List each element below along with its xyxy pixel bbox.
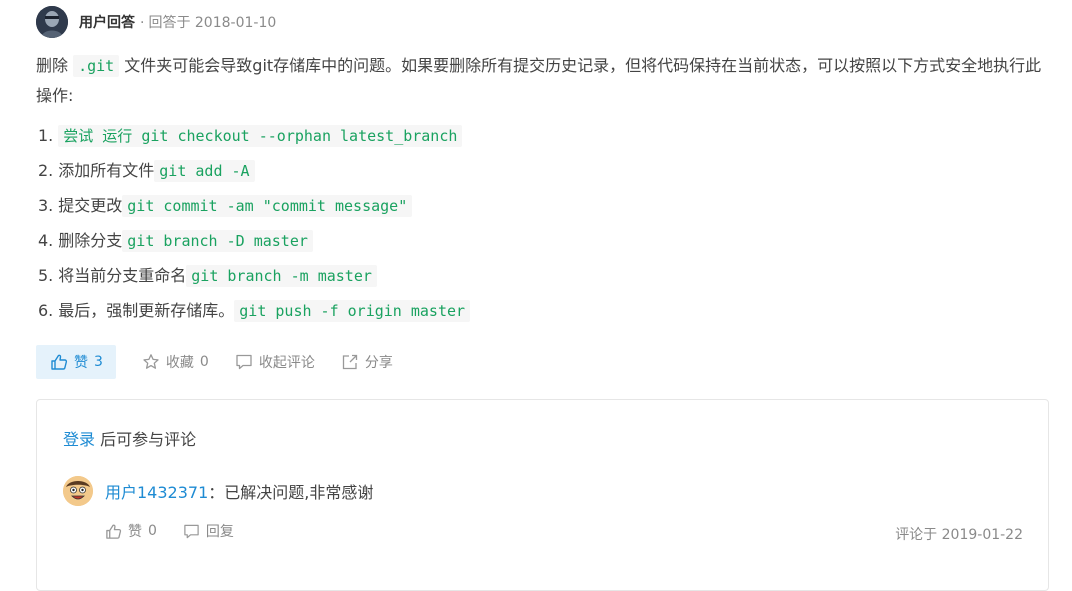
author-name[interactable]: 用户回答 bbox=[79, 12, 135, 32]
step-text: 将当前分支重命名 bbox=[58, 266, 187, 285]
login-prompt: 登录 后可参与评论 bbox=[63, 426, 196, 450]
steps-list: 1. 尝试 运行 git checkout --orphan latest_bra… bbox=[38, 119, 471, 329]
step-number: 5. bbox=[38, 266, 54, 285]
commenter-name[interactable]: 用户1432371 bbox=[105, 483, 208, 502]
comment-section: 登录 后可参与评论 用户1432371：已解决问题,非常感谢 赞 0 回复 评论… bbox=[36, 399, 1049, 591]
answer-meta: · 回答于 2018-01-10 bbox=[140, 15, 277, 31]
step-item: 6. 最后，强制更新存储库。 git push -f origin master bbox=[38, 294, 471, 329]
answer-actions: 赞 3 收藏 0 收起评论 分享 bbox=[36, 345, 393, 379]
step-text: 添加所有文件 bbox=[58, 161, 155, 180]
collapse-comments-label: 收起评论 bbox=[258, 355, 315, 371]
step-item: 2. 添加所有文件 git add -A bbox=[38, 154, 470, 189]
step-text: 提交更改 bbox=[58, 196, 123, 215]
thumbs-up-icon bbox=[106, 524, 122, 539]
comment-like-count: 0 bbox=[148, 523, 157, 539]
login-suffix: 后可参与评论 bbox=[95, 430, 197, 449]
intro-text-before: 删除 bbox=[36, 56, 74, 75]
collapse-comments-button[interactable]: 收起评论 bbox=[235, 345, 315, 379]
favorite-button[interactable]: 收藏 0 bbox=[142, 345, 209, 379]
comment-separator: ： bbox=[208, 483, 225, 502]
intro-code: .git bbox=[73, 55, 120, 77]
reply-label: 回复 bbox=[205, 524, 234, 540]
answer-date: 回答于 2018-01-10 bbox=[148, 15, 277, 31]
favorite-count: 0 bbox=[199, 354, 209, 370]
answer-header: 用户回答 · 回答于 2018-01-10 bbox=[36, 6, 276, 38]
comment-like-button[interactable]: 赞 0 bbox=[105, 521, 157, 541]
step-code: git commit -am "commit message" bbox=[122, 195, 413, 217]
favorite-label: 收藏 bbox=[165, 355, 194, 371]
intro-text-after: 文件夹可能会导致git存储库中的问题。如果要删除所有提交历史记录，但将代码保持在… bbox=[36, 56, 1042, 105]
login-link[interactable]: 登录 bbox=[63, 430, 95, 449]
comment-icon bbox=[236, 354, 252, 370]
step-text: 删除分支 bbox=[58, 231, 123, 250]
step-item: 3. 提交更改 git commit -am "commit message" bbox=[38, 189, 470, 224]
star-icon bbox=[143, 354, 159, 369]
comment-actions: 赞 0 回复 bbox=[105, 521, 234, 541]
comment-text-line: 用户1432371：已解决问题,非常感谢 bbox=[105, 479, 373, 503]
step-code: git branch -D master bbox=[122, 230, 313, 252]
step-code: 尝试 运行 git checkout --orphan latest_branc… bbox=[58, 125, 463, 147]
step-number: 6. bbox=[38, 301, 54, 320]
step-number: 2. bbox=[38, 161, 54, 180]
share-label: 分享 bbox=[364, 355, 393, 371]
answer-body: 删除 .git 文件夹可能会导致git存储库中的问题。如果要删除所有提交历史记录… bbox=[36, 51, 1046, 110]
like-count: 3 bbox=[94, 354, 103, 370]
avatar-image-icon bbox=[36, 6, 68, 38]
step-text: 最后，强制更新存储库。 bbox=[58, 301, 235, 320]
comment-date: 评论于 2019-01-22 bbox=[895, 527, 1023, 543]
step-number: 1. bbox=[38, 126, 54, 145]
step-code: git add -A bbox=[154, 160, 255, 182]
comment-like-label: 赞 bbox=[128, 524, 142, 540]
step-item: 4. 删除分支 git branch -D master bbox=[38, 224, 470, 259]
like-label: 赞 bbox=[74, 355, 88, 371]
like-button[interactable]: 赞 3 bbox=[36, 345, 116, 379]
thumbs-up-icon bbox=[51, 354, 68, 370]
reply-button[interactable]: 回复 bbox=[183, 521, 234, 541]
step-code: git push -f origin master bbox=[234, 300, 471, 322]
avatar-face-icon bbox=[63, 476, 93, 506]
author-avatar[interactable] bbox=[36, 6, 68, 38]
comment-icon bbox=[184, 524, 199, 538]
commenter-avatar[interactable] bbox=[63, 476, 93, 506]
step-code: git branch -m master bbox=[186, 265, 377, 287]
share-button[interactable]: 分享 bbox=[341, 345, 393, 379]
comment-text: 已解决问题,非常感谢 bbox=[224, 483, 374, 502]
step-number: 3. bbox=[38, 196, 54, 215]
step-item: 5. 将当前分支重命名 git branch -m master bbox=[38, 259, 470, 294]
step-number: 4. bbox=[38, 231, 54, 250]
share-icon bbox=[342, 354, 357, 370]
step-item: 1. 尝试 运行 git checkout --orphan latest_bra… bbox=[38, 119, 470, 154]
